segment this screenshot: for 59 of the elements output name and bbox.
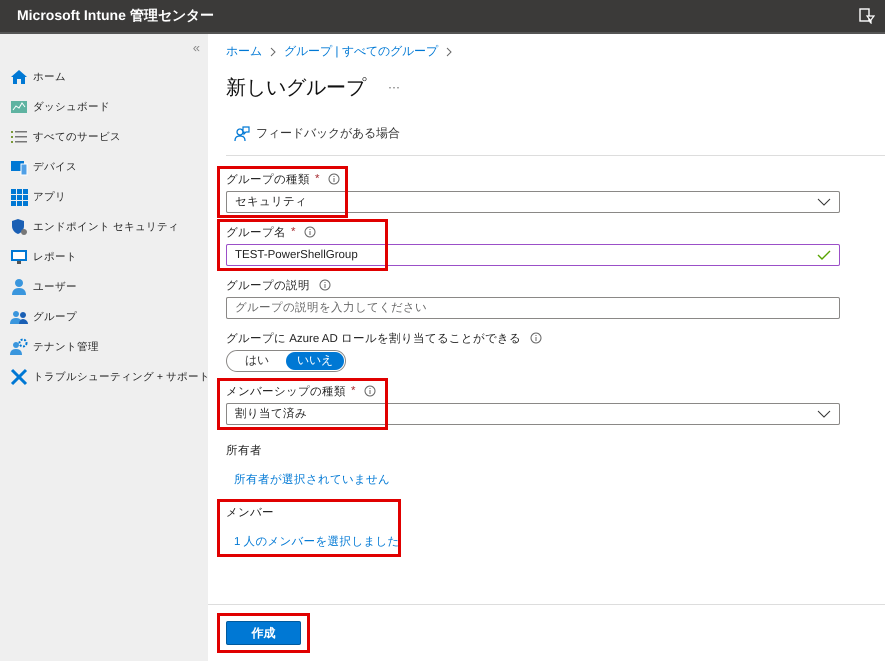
field-label: グループの種類: [226, 172, 310, 186]
info-icon[interactable]: [530, 332, 542, 344]
sidebar-item[interactable]: レポート: [8, 242, 208, 272]
text-field[interactable]: グループの説明を入力してください: [226, 296, 840, 318]
sidebar-item[interactable]: エンドポイント セキュリティ: [8, 212, 208, 242]
sidebar-item[interactable]: テナント管理: [8, 332, 208, 362]
info-icon[interactable]: [304, 226, 316, 238]
info-icon[interactable]: [319, 279, 331, 291]
chevron-icon: [444, 46, 453, 56]
sidebar-item[interactable]: デバイス: [8, 152, 208, 182]
sidebar-item[interactable]: ユーザー: [8, 272, 208, 302]
required-mark: *: [291, 226, 296, 238]
monitor-icon: [10, 248, 28, 266]
more-button[interactable]: ···: [388, 80, 400, 94]
sidebar-item[interactable]: すべてのサービス: [8, 122, 208, 152]
device-icon: [10, 158, 28, 176]
breadcrumb-link[interactable]: グループ | すべてのグループ: [284, 43, 438, 60]
home-icon: [10, 68, 28, 86]
chevron-icon: [269, 46, 277, 56]
breadcrumb-link[interactable]: ホーム: [226, 43, 262, 60]
chevron-down-icon: [817, 410, 831, 418]
page-title: 新しいグループ: [226, 76, 366, 100]
toggle-option[interactable]: いいえ: [286, 352, 344, 370]
feedback-icon: [234, 126, 250, 142]
dashboard-icon: [10, 98, 28, 116]
selection-link[interactable]: 所有者が選択されていません: [226, 472, 390, 486]
shield-icon: [10, 218, 28, 236]
text-field[interactable]: TEST-PowerShellGroup: [226, 244, 840, 266]
field-label: グループ名: [226, 225, 286, 240]
field-label: グループの説明: [226, 278, 310, 292]
dropdown[interactable]: 割り当て済み: [226, 402, 840, 424]
sidebar-item[interactable]: ダッシュボード: [8, 92, 208, 122]
sidebar-item[interactable]: トラブルシューティング + サポート: [8, 362, 208, 392]
create-button[interactable]: 作成: [226, 621, 301, 645]
field-label: メンバー: [226, 506, 274, 520]
toggle-option[interactable]: はい: [228, 352, 286, 370]
list-icon: [10, 128, 28, 146]
app-title: Microsoft Intune 管理センター: [17, 7, 214, 25]
selection-link[interactable]: 1 人のメンバーを選択しました: [226, 534, 400, 548]
sidebar-item[interactable]: アプリ: [8, 182, 208, 212]
sidebar-item[interactable]: ホーム: [8, 62, 208, 92]
feedback-button[interactable]: フィードバックがある場合: [234, 125, 400, 142]
chevron-down-icon: [817, 198, 831, 206]
grid-icon: [10, 188, 28, 206]
field-label: 所有者: [226, 444, 262, 458]
info-icon[interactable]: [328, 173, 340, 185]
filter-icon[interactable]: [859, 8, 875, 24]
required-mark: *: [315, 173, 320, 185]
field-label: グループに Azure AD ロールを割り当てることができる: [226, 331, 521, 346]
check-icon: [817, 250, 831, 260]
user-icon: [10, 278, 28, 296]
field-label: メンバーシップの種類: [226, 384, 346, 398]
sidebar-item[interactable]: グループ: [8, 302, 208, 332]
users-icon: [10, 308, 28, 326]
tools-icon: [10, 368, 28, 386]
dropdown[interactable]: セキュリティ: [226, 190, 840, 212]
info-icon[interactable]: [364, 385, 376, 397]
gear-person-icon: [10, 338, 28, 356]
required-mark: *: [351, 385, 356, 397]
